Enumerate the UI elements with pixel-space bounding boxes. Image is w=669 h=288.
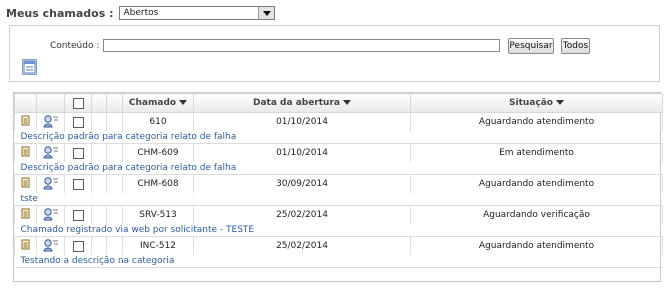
ticket-description-link[interactable]: tste	[14, 193, 663, 206]
filter-label: Meus chamados :	[6, 6, 114, 20]
document-edit-icon[interactable]	[21, 177, 31, 191]
ticket-id: CHM-608	[122, 174, 194, 193]
ticket-description-link[interactable]: Chamado registrado via web por solicitan…	[14, 224, 663, 237]
edit-cell	[14, 205, 37, 224]
table-header-row: Chamado Data da abertura Situação	[14, 93, 663, 113]
header-data-abertura[interactable]: Data da abertura	[193, 93, 411, 113]
ticket-id: 610	[122, 112, 194, 131]
ticket-description-link[interactable]: Descrição padrão para categoria relato d…	[14, 131, 663, 144]
technician-cell	[36, 112, 65, 131]
technician-icon[interactable]	[42, 207, 60, 224]
select-all-cell	[64, 93, 92, 113]
ticket-date: 01/10/2014	[193, 143, 411, 162]
ticket-status: Aguardando verificação	[410, 205, 663, 224]
ticket-id: CHM-609	[122, 143, 194, 162]
ticket-date: 01/10/2014	[193, 112, 411, 131]
technician-cell	[36, 174, 65, 193]
table-row[interactable]: SRV-513 25/02/2014 Aguardando verificaçã…	[14, 205, 663, 224]
chevron-down-icon[interactable]	[258, 7, 275, 19]
select-all-checkbox[interactable]	[72, 97, 84, 109]
search-button[interactable]: Pesquisar	[508, 38, 554, 54]
edit-cell	[14, 174, 37, 193]
ticket-description-link[interactable]: Descrição padrão para categoria relato d…	[14, 162, 663, 175]
sort-arrow-icon	[553, 98, 564, 108]
content-label: Conteúdo :	[50, 41, 100, 51]
form-icon[interactable]	[22, 59, 37, 75]
document-edit-icon[interactable]	[21, 208, 31, 222]
ticket-status: Aguardando atendimento	[410, 112, 663, 131]
technician-icon[interactable]	[42, 238, 60, 255]
all-button[interactable]: Todos	[561, 38, 590, 54]
document-edit-icon[interactable]	[21, 146, 31, 160]
ticket-date: 25/02/2014	[193, 236, 411, 255]
row-checkbox[interactable]	[72, 178, 84, 190]
ticket-status: Aguardando atendimento	[410, 236, 663, 255]
edit-cell	[14, 112, 37, 131]
edit-cell	[14, 143, 37, 162]
technician-cell	[36, 205, 65, 224]
table-row[interactable]: CHM-608 30/09/2014 Aguardando atendiment…	[14, 174, 663, 193]
sort-arrow-icon	[176, 98, 187, 108]
edit-cell	[14, 236, 37, 255]
table-row[interactable]: CHM-609 01/10/2014 Em atendimento	[14, 143, 663, 162]
technician-icon[interactable]	[42, 145, 60, 162]
checkbox-cell	[64, 236, 92, 255]
table-row[interactable]: 610 01/10/2014 Aguardando atendimento	[14, 112, 663, 131]
checkbox-cell	[64, 112, 92, 131]
ticket-description-link[interactable]: Testando a descrição na categoria	[14, 255, 663, 268]
ticket-description-row: Descrição padrão para categoria relato d…	[14, 162, 663, 175]
checkbox-cell	[64, 143, 92, 162]
table-row[interactable]: INC-512 25/02/2014 Aguardando atendiment…	[14, 236, 663, 255]
status-filter-value: Abertos	[123, 8, 159, 18]
ticket-date: 30/09/2014	[193, 174, 411, 193]
document-edit-icon[interactable]	[21, 239, 31, 253]
tickets-table: Chamado Data da abertura Situação 610 01…	[13, 92, 663, 282]
row-checkbox[interactable]	[72, 209, 84, 221]
row-checkbox[interactable]	[72, 240, 84, 252]
row-checkbox[interactable]	[72, 147, 84, 159]
ticket-description-row: Chamado registrado via web por solicitan…	[14, 224, 663, 237]
header-chamado[interactable]: Chamado	[122, 93, 194, 113]
content-input[interactable]	[103, 39, 500, 52]
ticket-id: SRV-513	[122, 205, 194, 224]
document-edit-icon[interactable]	[21, 115, 31, 129]
header-situacao[interactable]: Situação	[410, 93, 663, 113]
row-checkbox[interactable]	[72, 116, 84, 128]
search-panel: Conteúdo : Pesquisar Todos	[9, 25, 660, 82]
ticket-date: 25/02/2014	[193, 205, 411, 224]
technician-cell	[36, 236, 65, 255]
sort-arrow-icon	[340, 98, 351, 108]
ticket-description-row: Testando a descrição na categoria	[14, 255, 663, 268]
checkbox-cell	[64, 205, 92, 224]
technician-icon[interactable]	[42, 176, 60, 193]
technician-cell	[36, 143, 65, 162]
filter-bar: Meus chamados : Abertos	[6, 4, 276, 22]
technician-icon[interactable]	[42, 114, 60, 131]
ticket-description-row: Descrição padrão para categoria relato d…	[14, 131, 663, 144]
ticket-id: INC-512	[122, 236, 194, 255]
ticket-status: Aguardando atendimento	[410, 174, 663, 193]
status-filter-select[interactable]: Abertos	[119, 6, 276, 20]
checkbox-cell	[64, 174, 92, 193]
ticket-status: Em atendimento	[410, 143, 663, 162]
ticket-description-row: tste	[14, 193, 663, 206]
